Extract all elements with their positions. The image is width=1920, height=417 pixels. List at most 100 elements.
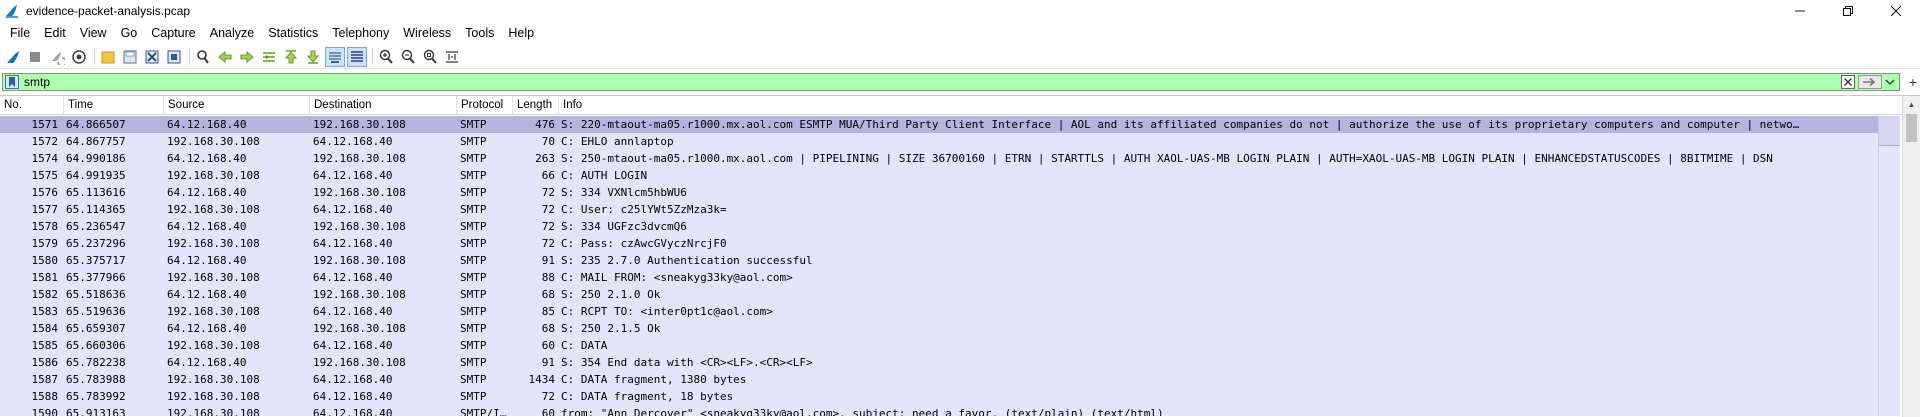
vertical-scrollbar[interactable]: ▲	[1902, 96, 1920, 417]
table-row[interactable]: 1588 65.783992 192.168.30.108 64.12.168.40 S…	[0, 388, 1878, 405]
cell-info: C: Pass: czAwcGVyczNrcjF0	[561, 237, 727, 250]
table-row[interactable]: 1574 64.990186 64.12.168.40 192.168.30.108 S…	[0, 150, 1878, 167]
reload-icon	[167, 50, 181, 63]
column-header-protocol[interactable]: Protocol	[457, 96, 513, 115]
cell-destination: 64.12.168.40	[313, 373, 393, 386]
zoom-out-icon	[401, 49, 415, 64]
cell-time: 64.991935	[66, 169, 126, 182]
save-file-icon	[123, 50, 137, 63]
chevron-down-icon[interactable]	[1885, 75, 1895, 89]
stop-capture-button[interactable]	[25, 47, 45, 67]
autoscroll-button[interactable]	[325, 46, 345, 67]
column-header-info[interactable]: Info	[559, 96, 1902, 115]
cell-no: 1582	[31, 288, 59, 301]
toolbar-separator	[94, 48, 95, 65]
table-row[interactable]: 1581 65.377966 192.168.30.108 64.12.168.40 S…	[0, 269, 1878, 286]
cell-no: 1576	[31, 186, 59, 199]
clear-filter-icon[interactable]	[1841, 75, 1855, 89]
filter-input[interactable]	[24, 74, 1824, 90]
resize-columns-button[interactable]	[442, 47, 462, 67]
cell-source: 64.12.168.40	[167, 288, 247, 301]
column-header-destination[interactable]: Destination	[310, 96, 457, 115]
cell-source: 192.168.30.108	[167, 135, 260, 148]
menu-go[interactable]: Go	[114, 23, 145, 43]
go-last-button[interactable]	[303, 47, 323, 67]
autoscroll-icon	[329, 51, 341, 63]
packet-minimap[interactable]	[1878, 116, 1900, 416]
table-row[interactable]: 1583 65.519636 192.168.30.108 64.12.168.40 S…	[0, 303, 1878, 320]
bookmark-icon[interactable]	[5, 75, 19, 89]
table-row[interactable]: 1576 65.113616 64.12.168.40 192.168.30.108 S…	[0, 184, 1878, 201]
cell-time: 65.113616	[66, 186, 126, 199]
menu-analyze[interactable]: Analyze	[203, 23, 261, 43]
table-row[interactable]: 1586 65.782238 64.12.168.40 192.168.30.108 S…	[0, 354, 1878, 371]
column-header-time[interactable]: Time	[64, 96, 164, 115]
go-back-button[interactable]	[215, 47, 235, 67]
table-row[interactable]: 1571 64.866507 64.12.168.40 192.168.30.108 S…	[0, 116, 1878, 133]
cell-info: C: EHLO annlaptop	[561, 135, 674, 148]
menu-tools[interactable]: Tools	[458, 23, 501, 43]
cell-protocol: SMTP	[460, 254, 487, 267]
table-row[interactable]: 1587 65.783988 192.168.30.108 64.12.168.40 S…	[0, 371, 1878, 388]
menu-edit[interactable]: Edit	[37, 23, 73, 43]
minimize-button[interactable]	[1776, 0, 1824, 22]
column-header-source[interactable]: Source	[164, 96, 310, 115]
cell-length: 91	[541, 254, 555, 267]
open-file-button[interactable]	[98, 47, 118, 67]
capture-options-icon	[72, 49, 86, 64]
cell-no: 1572	[31, 135, 59, 148]
menu-statistics[interactable]: Statistics	[261, 23, 325, 43]
menu-telephony[interactable]: Telephony	[325, 23, 396, 43]
table-row[interactable]: 1577 65.114365 192.168.30.108 64.12.168.40 S…	[0, 201, 1878, 218]
table-row[interactable]: 1579 65.237296 192.168.30.108 64.12.168.40 S…	[0, 235, 1878, 252]
close-button[interactable]	[1872, 0, 1920, 22]
find-packet-button[interactable]	[193, 47, 213, 67]
display-filter-field	[2, 73, 1900, 91]
table-row[interactable]: 1585 65.660306 192.168.30.108 64.12.168.40 S…	[0, 337, 1878, 354]
cell-destination: 64.12.168.40	[313, 305, 393, 318]
reload-file-button[interactable]	[164, 47, 184, 67]
cell-info: C: RCPT TO: <inter0pt1c@aol.com>	[561, 305, 773, 318]
restart-capture-button[interactable]	[47, 47, 67, 67]
apply-filter-icon[interactable]	[1858, 75, 1882, 89]
scrollbar-thumb[interactable]	[1906, 114, 1917, 142]
main-toolbar	[0, 45, 1920, 69]
cell-info: S: 220-mtaout-ma05.r1000.mx.aol.com ESMT…	[561, 118, 1800, 131]
go-forward-button[interactable]	[237, 47, 257, 67]
menu-help[interactable]: Help	[501, 23, 541, 43]
minimap-viewport[interactable]	[1879, 116, 1900, 146]
colorize-button[interactable]	[347, 46, 367, 67]
column-header-no[interactable]: No.	[0, 96, 64, 115]
cell-time: 65.114365	[66, 203, 126, 216]
column-header-length[interactable]: Length	[513, 96, 559, 115]
table-row[interactable]: 1582 65.518636 64.12.168.40 192.168.30.108 S…	[0, 286, 1878, 303]
zoom-in-button[interactable]	[376, 47, 396, 67]
table-row[interactable]: 1575 64.991935 192.168.30.108 64.12.168.40 S…	[0, 167, 1878, 184]
table-row[interactable]: 1590 65.913163 192.168.30.108 64.12.168.40 S…	[0, 405, 1878, 416]
menu-capture[interactable]: Capture	[144, 23, 202, 43]
table-row[interactable]: 1584 65.659307 64.12.168.40 192.168.30.108 S…	[0, 320, 1878, 337]
cell-info: S: 250-mtaout-ma05.r1000.mx.aol.com | PI…	[561, 152, 1773, 165]
packet-rows: 1571 64.866507 64.12.168.40 192.168.30.108 S…	[0, 116, 1878, 416]
table-row[interactable]: 1572 64.867757 192.168.30.108 64.12.168.40 S…	[0, 133, 1878, 150]
go-to-packet-button[interactable]	[259, 47, 279, 67]
menu-view[interactable]: View	[73, 23, 114, 43]
restore-button[interactable]	[1824, 0, 1872, 22]
go-first-button[interactable]	[281, 47, 301, 67]
cell-destination: 192.168.30.108	[313, 118, 406, 131]
capture-options-button[interactable]	[69, 47, 89, 67]
add-filter-button-icon[interactable]: +	[1909, 74, 1917, 90]
menu-file[interactable]: File	[3, 23, 37, 43]
table-row[interactable]: 1580 65.375717 64.12.168.40 192.168.30.108 S…	[0, 252, 1878, 269]
start-capture-button[interactable]	[3, 47, 23, 67]
table-row[interactable]: 1578 65.236547 64.12.168.40 192.168.30.108 S…	[0, 218, 1878, 235]
cell-time: 65.782238	[66, 356, 126, 369]
scroll-up-arrow-icon[interactable]: ▲	[1903, 96, 1920, 112]
close-file-button[interactable]	[142, 47, 162, 67]
cell-source: 192.168.30.108	[167, 305, 260, 318]
save-file-button[interactable]	[120, 47, 140, 67]
cell-info: S: 235 2.7.0 Authentication successful	[561, 254, 813, 267]
menu-wireless[interactable]: Wireless	[396, 23, 458, 43]
zoom-out-button[interactable]	[398, 47, 418, 67]
zoom-normal-button[interactable]	[420, 47, 440, 67]
